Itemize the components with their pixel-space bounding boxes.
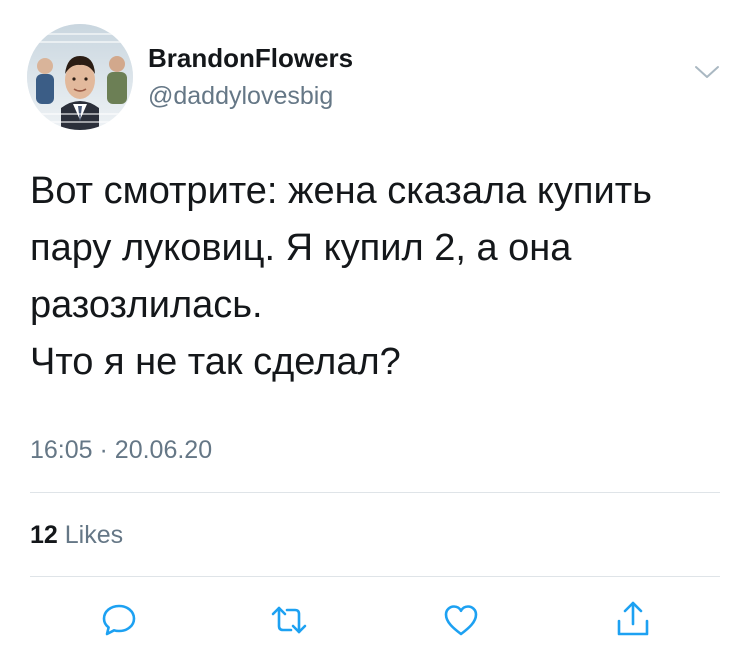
retweet-button[interactable]	[269, 600, 309, 640]
divider	[30, 576, 720, 577]
tweet-text-line: пару луковиц. Я купил 2, а она	[30, 227, 572, 269]
likes-link[interactable]: 12 Likes	[30, 519, 123, 551]
chevron-down-icon[interactable]	[692, 60, 722, 84]
heart-icon	[444, 605, 478, 636]
divider	[30, 492, 720, 493]
likes-count: 12	[30, 521, 58, 549]
tweet-text: Вот смотрите: жена сказала купить пару л…	[30, 163, 730, 391]
like-button[interactable]	[441, 600, 481, 640]
tweet-time: 16:05	[30, 436, 93, 464]
likes-label: Likes	[64, 521, 124, 549]
meta-separator: ·	[99, 436, 108, 464]
retweet-icon	[271, 606, 307, 634]
handle[interactable]: @daddylovesbig	[148, 80, 333, 112]
share-button[interactable]	[613, 600, 653, 640]
avatar[interactable]	[27, 24, 133, 130]
display-name[interactable]: BrandonFlowers	[148, 42, 353, 74]
tweet-date: 20.06.20	[114, 436, 213, 464]
comment-icon	[102, 604, 136, 636]
share-icon	[617, 601, 649, 636]
reply-button[interactable]	[99, 600, 139, 640]
tweet-text-line: Что я не так сделал?	[30, 341, 401, 383]
timestamp[interactable]: 16:05 · 20.06.20	[30, 434, 212, 466]
tweet-text-line: Вот смотрите: жена сказала купить	[30, 170, 652, 212]
tweet-text-line: разозлилась.	[30, 284, 263, 326]
